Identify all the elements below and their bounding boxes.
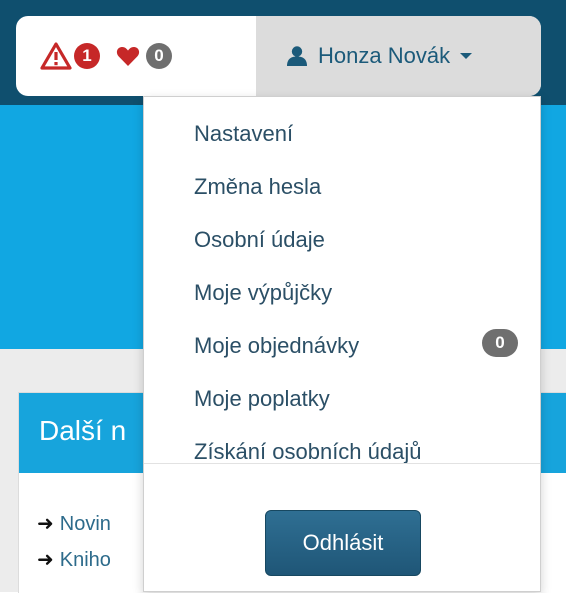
user-icon: [286, 45, 308, 67]
menu-item-my-fees[interactable]: Moje poplatky: [194, 379, 330, 419]
menu-item-my-orders[interactable]: Moje objednávky: [194, 326, 359, 366]
panel-link-label: Novin: [59, 513, 111, 535]
user-nav-bar: 1 0 Honza Novák: [16, 16, 541, 96]
share-arrow-icon: ➜: [37, 513, 54, 535]
user-menu-toggle[interactable]: Honza Novák: [256, 16, 541, 96]
menu-divider: [144, 463, 540, 464]
orders-count-badge: 0: [482, 329, 518, 357]
menu-item-my-loans[interactable]: Moje výpůjčky: [194, 273, 332, 313]
panel-link-books[interactable]: ➜ Kniho: [37, 547, 111, 572]
share-arrow-icon: ➜: [37, 549, 54, 571]
warning-triangle-icon[interactable]: [40, 42, 72, 70]
menu-item-personal-data[interactable]: Osobní údaje: [194, 220, 325, 260]
heart-icon[interactable]: [116, 45, 140, 67]
panel-link-label: Kniho: [59, 549, 111, 571]
favorites-count-badge[interactable]: 0: [146, 43, 172, 69]
menu-item-change-password[interactable]: Změna hesla: [194, 167, 321, 207]
menu-item-settings[interactable]: Nastavení: [194, 114, 293, 154]
panel-link-news[interactable]: ➜ Novin: [37, 511, 111, 536]
menu-item-data-export[interactable]: Získání osobních údajů: [194, 432, 421, 472]
user-name: Honza Novák: [318, 43, 451, 68]
caret-down-icon: [460, 53, 473, 59]
user-dropdown-menu: Nastavení Změna hesla Osobní údaje Moje …: [143, 96, 541, 592]
warning-count-badge[interactable]: 1: [74, 43, 100, 69]
alerts-group: 1 0: [16, 16, 256, 96]
panel-title: Další n: [39, 415, 127, 446]
logout-button[interactable]: Odhlásit: [265, 510, 421, 576]
